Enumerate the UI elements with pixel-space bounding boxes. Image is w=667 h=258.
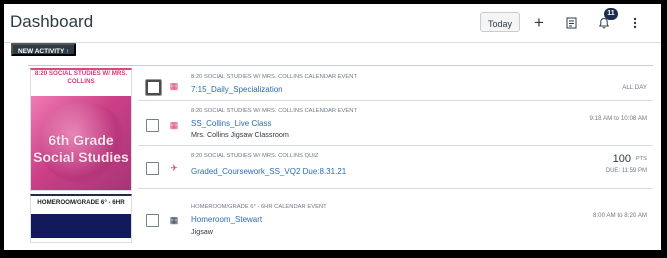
item-title-link[interactable]: SS_Collins_Live Class: [191, 119, 271, 128]
course-image: 6th Grade Social Studies: [31, 96, 131, 190]
notification-count-badge: 11: [604, 8, 618, 20]
item-context: 8:20 SOCIAL STUDIES W/ MRS. COLLINS CALE…: [191, 108, 358, 114]
planner-item[interactable]: ▦ HOMEROOM/GRADE 6° - 6HR CALENDAR EVENT…: [138, 194, 653, 240]
grades-icon: [566, 17, 576, 29]
points-label: PTS: [635, 156, 647, 162]
course-image-text: 6th Grade Social Studies: [33, 132, 129, 165]
calendar-icon: ▦: [169, 81, 179, 91]
kebab-menu-icon: [633, 17, 637, 29]
today-button[interactable]: Today: [480, 12, 520, 32]
item-title-link[interactable]: 7:15_Daily_Specialization: [191, 85, 283, 94]
planner-item[interactable]: ✈ 8:20 SOCIAL STUDIES W/ MRS. COLLINS QU…: [138, 146, 653, 189]
plus-icon: +: [534, 13, 544, 32]
course-title: 8:20 SOCIAL STUDIES W/ MRS. COLLINS: [34, 70, 128, 85]
item-context: HOMEROOM/GRADE 6° - 6HR CALENDAR EVENT: [191, 204, 327, 210]
more-options-button[interactable]: [624, 12, 646, 34]
points-value: 100: [612, 153, 631, 165]
item-time: 9:18 AM to 10:08 AM: [589, 115, 647, 122]
planner-item[interactable]: ▦ 8:20 SOCIAL STUDIES W/ MRS. COLLINS CA…: [138, 101, 653, 146]
new-activity-button[interactable]: NEW ACTIVITY ↑: [11, 43, 77, 56]
complete-checkbox[interactable]: [146, 162, 159, 175]
item-title-link[interactable]: Homeroom_Stewart: [191, 215, 262, 224]
complete-checkbox[interactable]: [146, 80, 161, 95]
item-context: 8:20 SOCIAL STUDIES W/ MRS. COLLINS QUIZ: [191, 153, 319, 159]
item-context: 8:20 SOCIAL STUDIES W/ MRS. COLLINS CALE…: [191, 74, 358, 80]
item-subtitle: Mrs. Collins Jigsaw Classroom: [191, 130, 289, 139]
due-time: DUE: 11:59 PM: [605, 168, 647, 174]
complete-checkbox[interactable]: [146, 119, 159, 132]
course-color-bar: [31, 214, 131, 238]
item-time: ALL DAY: [622, 84, 647, 91]
quiz-icon: ✈: [170, 163, 178, 173]
planner-item[interactable]: ▦ 8:20 SOCIAL STUDIES W/ MRS. COLLINS CA…: [138, 68, 653, 101]
screenshot-frame: Dashboard Today + 11 NEW ACTIVITY ↑ 8:20…: [4, 4, 661, 250]
course-card-social-studies[interactable]: 8:20 SOCIAL STUDIES W/ MRS. COLLINS 6th …: [30, 68, 132, 191]
add-button[interactable]: +: [528, 12, 550, 34]
calendar-icon: ▦: [169, 215, 179, 225]
item-time: 8:00 AM to 8:20 AM: [592, 212, 647, 219]
card-divider: [28, 65, 653, 66]
calendar-icon: ▦: [169, 120, 179, 130]
grades-button[interactable]: [560, 12, 582, 34]
item-title-link[interactable]: Graded_Coursework_SS_VQ2 Due:8.31.21: [191, 167, 346, 176]
dashboard-header: Dashboard Today + 11: [4, 4, 661, 43]
complete-checkbox[interactable]: [146, 214, 159, 227]
item-subtitle: Jigsaw: [191, 227, 213, 236]
course-card-homeroom[interactable]: HOMEROOM/GRADE 6° - 6HR: [30, 194, 132, 243]
page-title: Dashboard: [10, 12, 94, 31]
